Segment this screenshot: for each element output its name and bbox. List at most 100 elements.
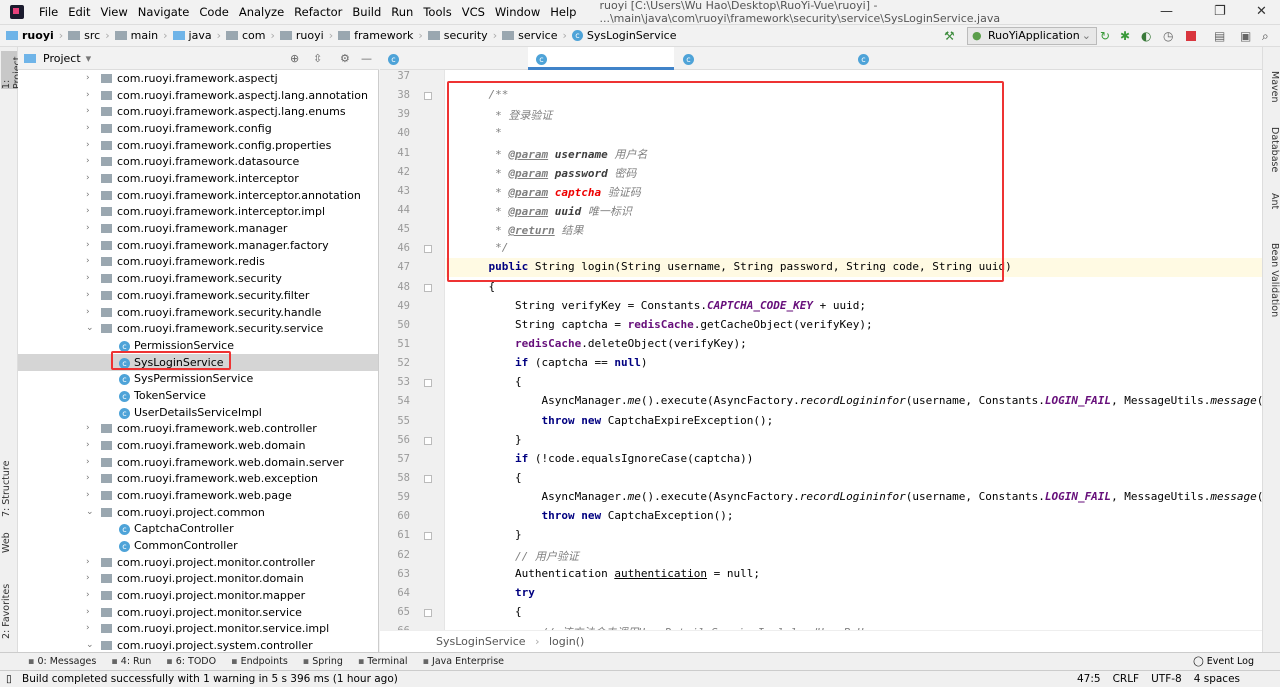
tab-bean-validation[interactable]: Bean Validation xyxy=(1264,243,1280,333)
status-toggle-icon[interactable]: ▯ xyxy=(6,671,12,687)
fold-marker-icon[interactable] xyxy=(424,474,432,483)
fold-marker-icon[interactable] xyxy=(424,436,432,445)
chevron-right-icon[interactable]: › xyxy=(86,70,90,87)
fold-marker-icon[interactable] xyxy=(424,608,432,617)
debug-icon[interactable]: ✱ xyxy=(1120,29,1130,43)
chevron-down-icon[interactable]: ▾ xyxy=(86,52,92,65)
tree-package[interactable]: › com.ruoyi.project.monitor.mapper xyxy=(18,587,378,604)
tree-package[interactable]: › com.ruoyi.framework.interceptor.annotat… xyxy=(18,187,378,204)
chevron-right-icon[interactable]: › xyxy=(86,420,90,437)
chevron-right-icon[interactable]: › xyxy=(86,170,90,187)
breadcrumb-item[interactable]: framework xyxy=(338,29,413,42)
chevron-right-icon[interactable]: › xyxy=(86,620,90,637)
tree-package[interactable]: › com.ruoyi.framework.aspectj.lang.annota… xyxy=(18,87,378,104)
tab-sysusercontroller[interactable]: cSysUserController.java× xyxy=(850,47,1010,88)
menu-run[interactable]: Run xyxy=(386,5,418,19)
tree-package[interactable]: › com.ruoyi.framework.config xyxy=(18,120,378,137)
chevron-right-icon[interactable]: › xyxy=(86,103,90,120)
breadcrumb-item[interactable]: main xyxy=(114,29,158,42)
chevron-right-icon[interactable]: › xyxy=(86,437,90,454)
menu-file[interactable]: File xyxy=(34,5,63,19)
tree-package[interactable]: › com.ruoyi.framework.web.domain.server xyxy=(18,454,378,471)
menu-code[interactable]: Code xyxy=(194,5,233,19)
breadcrumb-item[interactable]: ruoyi xyxy=(6,29,54,42)
terminal-window-icon[interactable]: ▣ xyxy=(1240,29,1251,43)
tree-package[interactable]: › com.ruoyi.project.monitor.controller xyxy=(18,554,378,571)
tool-window-todo[interactable]: ▪ 6: TODO xyxy=(166,656,216,667)
breadcrumb-item[interactable]: ruoyi xyxy=(279,29,324,42)
tab-favorites[interactable]: 2: Favorites xyxy=(1,579,17,639)
tree-class[interactable]: c TokenService xyxy=(18,387,378,404)
chevron-right-icon[interactable]: › xyxy=(86,487,90,504)
gear-icon[interactable]: ⚙ xyxy=(340,52,350,65)
menu-vcs[interactable]: VCS xyxy=(457,5,490,19)
tree-package[interactable]: › com.ruoyi.project.monitor.domain xyxy=(18,570,378,587)
menu-refactor[interactable]: Refactor xyxy=(289,5,347,19)
tab-captchacontroller[interactable]: cCaptchaController.java× xyxy=(380,47,527,88)
tree-package[interactable]: ⌄ com.ruoyi.framework.security.service xyxy=(18,320,378,337)
chevron-right-icon[interactable]: › xyxy=(86,87,90,104)
breadcrumb-item[interactable]: c SysLoginService xyxy=(571,29,676,42)
fold-marker-icon[interactable] xyxy=(424,379,432,388)
status-message[interactable]: Build completed successfully with 1 warn… xyxy=(22,673,398,685)
chevron-down-icon[interactable]: ⌄ xyxy=(86,504,94,521)
tree-class[interactable]: c UserDetailsServiceImpl xyxy=(18,404,378,421)
fold-marker-icon[interactable] xyxy=(424,92,432,101)
breadcrumb-class[interactable]: SysLoginService xyxy=(436,635,526,648)
tab-structure[interactable]: 7: Structure xyxy=(1,449,17,517)
tree-package[interactable]: ⌄ com.ruoyi.project.common xyxy=(18,504,378,521)
tree-package[interactable]: › com.ruoyi.framework.manager.factory xyxy=(18,237,378,254)
menu-tools[interactable]: Tools xyxy=(418,5,456,19)
tree-package[interactable]: › com.ruoyi.framework.security.handle xyxy=(18,304,378,321)
breadcrumb-item[interactable]: service xyxy=(502,29,558,42)
chevron-right-icon[interactable]: › xyxy=(86,304,90,321)
profile-icon[interactable]: ◷ xyxy=(1163,29,1173,43)
tool-window-javaenterprise[interactable]: ▪ Java Enterprise xyxy=(423,656,504,667)
chevron-right-icon[interactable]: › xyxy=(86,120,90,137)
build-hammer-icon[interactable]: ⚒ xyxy=(944,29,955,43)
breadcrumb-item[interactable]: src xyxy=(68,29,100,42)
tree-package[interactable]: › com.ruoyi.framework.redis xyxy=(18,253,378,270)
search-icon[interactable]: ⌕ xyxy=(1262,29,1269,44)
tree-package[interactable]: › com.ruoyi.framework.web.domain xyxy=(18,437,378,454)
tool-window-run[interactable]: ▪ 4: Run xyxy=(111,656,151,667)
caret-position[interactable]: 47:5 xyxy=(1077,671,1101,687)
run-configuration-select[interactable]: ● RuoYiApplication ⌄ xyxy=(967,27,1097,45)
chevron-right-icon[interactable]: › xyxy=(86,570,90,587)
menu-analyze[interactable]: Analyze xyxy=(234,5,289,19)
tab-maven[interactable]: Maven xyxy=(1264,71,1280,103)
tool-window-spring[interactable]: ▪ Spring xyxy=(303,656,343,667)
project-view-selector[interactable]: Project xyxy=(43,52,81,65)
chevron-right-icon[interactable]: › xyxy=(86,253,90,270)
chevron-right-icon[interactable]: › xyxy=(86,187,90,204)
event-log-button[interactable]: ◯ Event Log xyxy=(1193,656,1254,667)
breadcrumb-item[interactable]: com xyxy=(226,29,266,42)
tree-package[interactable]: › com.ruoyi.framework.security.filter xyxy=(18,287,378,304)
chevron-right-icon[interactable]: › xyxy=(86,220,90,237)
stop-icon[interactable] xyxy=(1186,31,1196,41)
tree-package[interactable]: › com.ruoyi.framework.config.properties xyxy=(18,137,378,154)
tree-package[interactable]: › com.ruoyi.framework.aspectj.lang.enums xyxy=(18,103,378,120)
collapse-all-icon[interactable]: ⇳ xyxy=(313,52,322,65)
fold-marker-icon[interactable] xyxy=(424,532,432,541)
coverage-icon[interactable]: ◐ xyxy=(1141,29,1151,43)
tree-package[interactable]: › com.ruoyi.framework.web.exception xyxy=(18,470,378,487)
close-window-button[interactable]: ✕ xyxy=(1256,4,1267,19)
chevron-right-icon[interactable]: › xyxy=(86,137,90,154)
tab-database[interactable]: Database xyxy=(1264,127,1280,172)
tree-package[interactable]: › com.ruoyi.framework.interceptor.impl xyxy=(18,203,378,220)
chevron-right-icon[interactable]: › xyxy=(86,604,90,621)
chevron-right-icon[interactable]: › xyxy=(86,203,90,220)
indent-setting[interactable]: 4 spaces xyxy=(1194,671,1240,687)
tool-window-endpoints[interactable]: ▪ Endpoints xyxy=(231,656,288,667)
menu-view[interactable]: View xyxy=(96,5,133,19)
tree-package[interactable]: › com.ruoyi.framework.web.page xyxy=(18,487,378,504)
menu-build[interactable]: Build xyxy=(347,5,386,19)
rerun-icon[interactable]: ↻ xyxy=(1100,29,1110,43)
chevron-down-icon[interactable]: ⌄ xyxy=(86,320,94,337)
tool-window-terminal[interactable]: ▪ Terminal xyxy=(358,656,408,667)
tool-window-messages[interactable]: ▪ 0: Messages xyxy=(28,656,96,667)
chevron-down-icon[interactable]: ⌄ xyxy=(86,637,94,652)
fold-marker-icon[interactable] xyxy=(424,283,432,292)
tree-package[interactable]: ⌄ com.ruoyi.project.system.controller xyxy=(18,637,378,652)
